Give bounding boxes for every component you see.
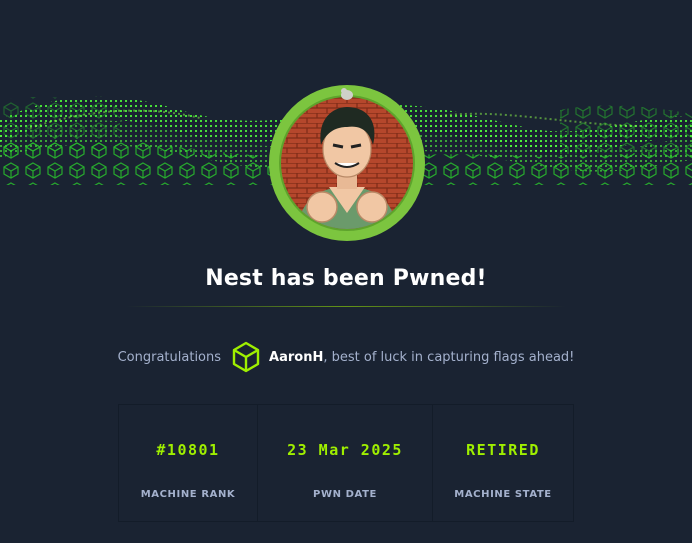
machine-state-value: RETIRED bbox=[466, 441, 540, 459]
stats-panel: #10801 MACHINE RANK 23 Mar 2025 PWN DATE… bbox=[118, 404, 574, 522]
machine-rank-value: #10801 bbox=[156, 441, 220, 459]
pwned-page: Nest has been Pwned! Congratulations Aar… bbox=[0, 0, 692, 543]
congrats-prefix: Congratulations bbox=[117, 349, 222, 365]
title-divider bbox=[126, 306, 566, 307]
stat-pwn-date: 23 Mar 2025 PWN DATE bbox=[258, 405, 433, 521]
hackthebox-cube-icon bbox=[232, 341, 260, 373]
congrats-message: Congratulations AaronH , best of luck in… bbox=[0, 340, 692, 374]
machine-rank-label: MACHINE RANK bbox=[140, 489, 236, 500]
congrats-suffix: , best of luck in capturing flags ahead! bbox=[323, 349, 575, 365]
stat-machine-state: RETIRED MACHINE STATE bbox=[433, 405, 573, 521]
stat-machine-rank: #10801 MACHINE RANK bbox=[119, 405, 258, 521]
machine-state-label: MACHINE STATE bbox=[454, 489, 552, 500]
pwn-date-label: PWN DATE bbox=[313, 489, 377, 500]
pwn-date-value: 23 Mar 2025 bbox=[287, 441, 403, 459]
page-title: Nest has been Pwned! bbox=[205, 266, 487, 291]
username-link[interactable]: AaronH bbox=[269, 350, 323, 365]
machine-avatar-icon bbox=[269, 85, 425, 241]
